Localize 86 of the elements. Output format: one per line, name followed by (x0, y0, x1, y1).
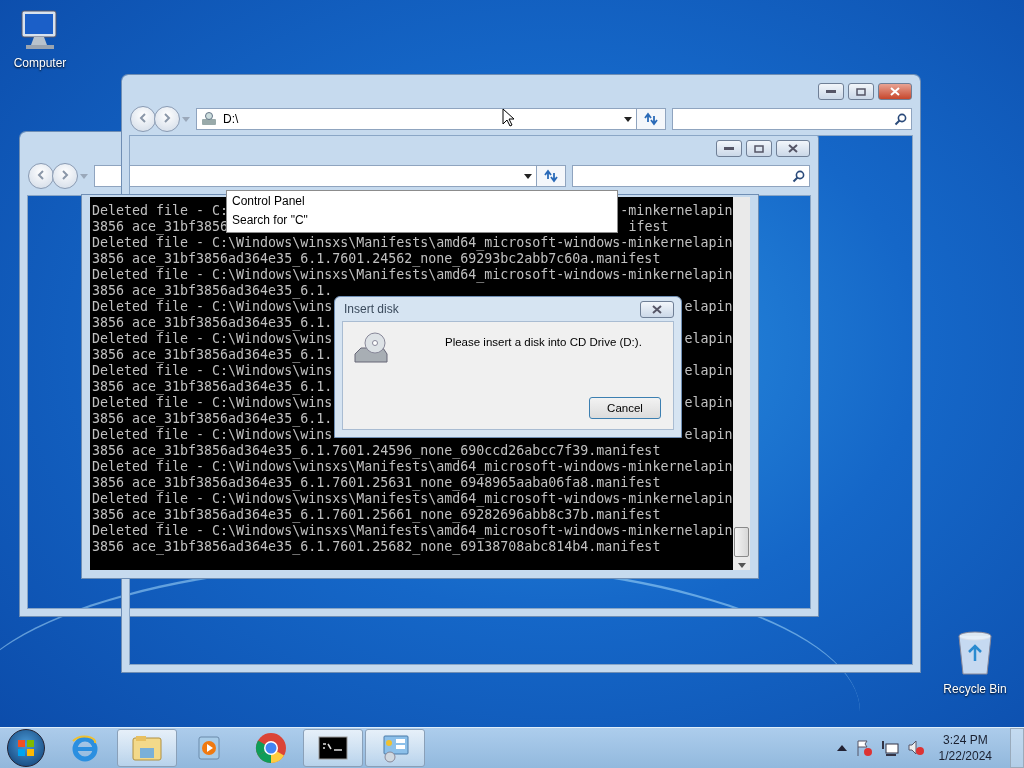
caret-icon (182, 116, 190, 122)
clock-time[interactable]: 3:24 PM (942, 732, 988, 748)
console-line: -minkernelapin (620, 203, 733, 218)
folder-icon (131, 734, 163, 762)
console-line: Deleted file - C:\Windows\winsxs\Manifests\amd64_microsoft-windows-minkernelapin (92, 523, 733, 538)
start-button[interactable] (7, 729, 45, 767)
clock-date[interactable]: 1/22/2024 (938, 748, 992, 764)
dialog-message: Please insert a disk into CD Drive (D:). (445, 335, 642, 348)
console-line: 3856 ace_31bf3856 (92, 219, 229, 234)
chrome-icon (255, 732, 287, 764)
refresh-button[interactable] (636, 108, 666, 130)
console-line: Deleted file - C:\Windows\wins (92, 363, 333, 378)
tray-expand-button[interactable] (836, 745, 847, 751)
caret-icon (524, 173, 532, 179)
close-icon (652, 304, 662, 314)
terminal-icon (318, 736, 348, 760)
console-line: elapin (684, 299, 733, 314)
flag-icon[interactable] (854, 739, 873, 757)
maximize-icon (856, 87, 866, 96)
scrollbar[interactable] (733, 197, 750, 570)
refresh-icon (643, 112, 659, 126)
drive-icon (201, 112, 217, 126)
dialog-title: Insert disk (343, 302, 399, 316)
desktop-icon-label[interactable]: Computer (13, 56, 67, 70)
close-icon (788, 144, 798, 153)
address-field[interactable] (94, 165, 537, 187)
caret-icon (80, 173, 88, 179)
console-line: 3856 ace_31bf3856ad364e35_6.1.7601.25682_none_69138708abc814b4.manifest (92, 539, 661, 554)
close-button[interactable] (776, 140, 810, 157)
search-field[interactable] (672, 108, 912, 130)
refresh-button[interactable] (536, 165, 566, 187)
console-line: Deleted file - C:\Windows\winsxs\Manifests\amd64_microsoft-windows-minkernelapin (92, 491, 733, 506)
console-line: 3856 ace_31bf3856ad364e35_6.1. (92, 411, 333, 426)
console-line: 3856 ace_31bf3856ad364e35_6.1. (92, 347, 333, 362)
minimize-button[interactable] (716, 140, 742, 157)
console-line: Deleted file - C: (92, 203, 229, 218)
close-icon (890, 87, 900, 96)
taskbar-button[interactable] (303, 729, 363, 767)
desktop-icon-label[interactable]: Recycle Bin (943, 682, 1007, 696)
speaker-icon[interactable] (906, 739, 925, 757)
suggestion-item[interactable]: Search for "C" (232, 211, 612, 230)
recycle-bin-icon (955, 630, 995, 678)
search-field[interactable] (572, 165, 810, 187)
scroll-thumb[interactable] (734, 527, 749, 557)
console-line: Deleted file - C:\Windows\wins (92, 331, 333, 346)
console-line: elapin (684, 427, 733, 442)
cancel-button[interactable]: Cancel (589, 397, 661, 419)
close-button[interactable] (640, 300, 674, 318)
search-icon (792, 169, 805, 183)
control-panel-icon (380, 733, 410, 763)
maximize-icon (754, 144, 764, 153)
minimize-icon (826, 89, 836, 94)
search-icon (894, 112, 907, 126)
browser-icon (70, 733, 100, 763)
console-line: elapin (684, 363, 733, 378)
minimize-icon (724, 146, 734, 151)
close-button[interactable] (878, 83, 912, 100)
media-player-icon (197, 734, 221, 762)
console-line: 3856 ace_31bf3856ad364e35_6.1. (92, 283, 333, 298)
suggestion-item[interactable]: Control Panel (232, 192, 612, 211)
maximize-button[interactable] (848, 83, 874, 100)
mouse-cursor-icon (502, 108, 514, 127)
console-line: 3856 ace_31bf3856ad364e35_6.1.7601.24596_none_690ccd26abcc7f39.manifest (92, 443, 661, 458)
console-line: 3856 ace_31bf3856ad364e35_6.1. (92, 315, 333, 330)
minimize-button[interactable] (818, 83, 844, 100)
console-line: 3856 ace_31bf3856ad364e35_6.1.7601.25631_none_6948965aaba06fa8.manifest (92, 475, 661, 490)
console-line: 3856 ace_31bf3856ad364e35_6.1.7601.25661_none_69282696abb8c37b.manifest (92, 507, 661, 522)
network-icon[interactable] (880, 739, 899, 757)
console-line: Deleted file - C:\Windows\winsxs\Manifests\amd64_microsoft-windows-minkernelapin (92, 235, 733, 250)
console-line: Deleted file - C:\Windows\wins (92, 299, 333, 314)
refresh-icon (543, 169, 559, 183)
console-line: Deleted file - C:\Windows\wins (92, 427, 333, 442)
cd-drive-icon (353, 332, 389, 366)
console-line: Deleted file - C:\Windows\winsxs\Manifests\amd64_microsoft-windows-minkernelapin (92, 267, 733, 282)
console-line: 3856 ace_31bf3856ad364e35_6.1.7601.24562_none_69293bc2abb7c60a.manifest (92, 251, 661, 266)
console-line: Deleted file - C:\Windows\winsxs\Manifests\amd64_microsoft-windows-minkernelapin (92, 459, 733, 474)
console-line: elapin (684, 331, 733, 346)
address-field[interactable]: D:\ (196, 108, 637, 130)
console-line: ifest (628, 219, 669, 234)
down-arrow-icon[interactable] (737, 563, 746, 568)
console-line: 3856 ace_31bf3856ad364e35_6.1. (92, 379, 333, 394)
console-line: Deleted file - C:\Windows\wins (92, 395, 333, 410)
console-line: elapin (684, 395, 733, 410)
maximize-button[interactable] (746, 140, 772, 157)
start-logo-icon (16, 738, 36, 758)
caret-icon (624, 116, 632, 122)
